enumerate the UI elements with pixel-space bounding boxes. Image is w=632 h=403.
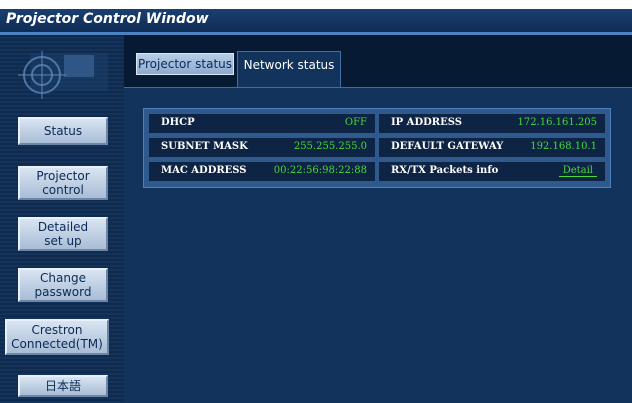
subnet-mask-value: 255.255.255.0 bbox=[293, 141, 367, 152]
network-info-panel: DHCP OFF IP ADDRESS 172.16.161.205 SUBNE… bbox=[143, 108, 611, 188]
subnet-mask-row: SUBNET MASK 255.255.255.0 bbox=[149, 138, 375, 157]
app-window: Projector Control Window Status Projecto… bbox=[0, 9, 632, 403]
projector-control-button[interactable]: Projector control bbox=[18, 166, 108, 200]
dhcp-value: OFF bbox=[344, 117, 367, 128]
default-gateway-row: DEFAULT GATEWAY 192.168.10.1 bbox=[379, 138, 605, 157]
detailed-setup-button[interactable]: Detailed set up bbox=[18, 217, 108, 251]
tab-bar: Projector status Network status bbox=[124, 35, 632, 88]
packets-info-row: RX/TX Packets info Detail bbox=[379, 162, 605, 181]
projector-logo-icon bbox=[12, 43, 112, 101]
change-password-button[interactable]: Change password bbox=[18, 268, 108, 302]
tab-network-status[interactable]: Network status bbox=[237, 51, 341, 88]
ip-address-row: IP ADDRESS 172.16.161.205 bbox=[379, 114, 605, 133]
ip-address-value: 172.16.161.205 bbox=[517, 117, 597, 128]
title-bar: Projector Control Window bbox=[0, 9, 632, 33]
mac-address-value: 00:22:56:98:22:88 bbox=[273, 165, 367, 176]
status-button[interactable]: Status bbox=[18, 117, 108, 145]
packets-detail-link[interactable]: Detail bbox=[558, 165, 597, 177]
japanese-language-button[interactable]: 日本語 bbox=[18, 375, 108, 397]
default-gateway-value: 192.168.10.1 bbox=[530, 141, 597, 152]
tab-divider bbox=[124, 87, 632, 88]
sidebar: Status Projector control Detailed set up… bbox=[0, 35, 124, 403]
dhcp-row: DHCP OFF bbox=[149, 114, 375, 133]
main-content: Projector status Network status DHCP OFF… bbox=[124, 35, 632, 403]
mac-address-row: MAC ADDRESS 00:22:56:98:22:88 bbox=[149, 162, 375, 181]
window-title: Projector Control Window bbox=[6, 11, 209, 27]
crestron-connected-button[interactable]: Crestron Connected(TM) bbox=[5, 319, 109, 355]
tab-projector-status[interactable]: Projector status bbox=[136, 53, 234, 75]
